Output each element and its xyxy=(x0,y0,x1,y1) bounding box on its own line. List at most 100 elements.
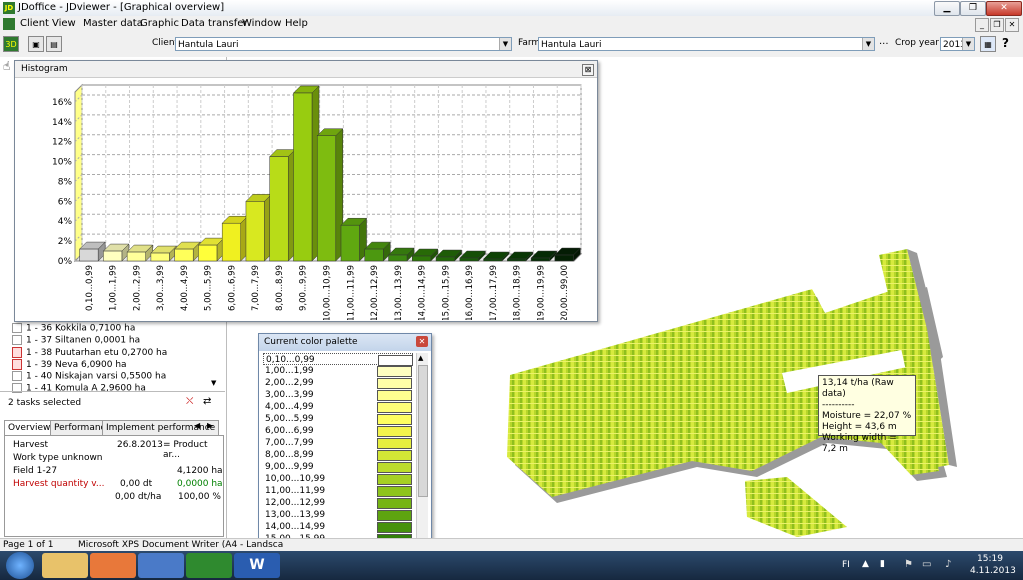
mdi-minimize-icon[interactable]: _ xyxy=(975,18,989,32)
chevron-down-icon: ▼ xyxy=(962,38,974,50)
mdi-restore-icon[interactable]: ❐ xyxy=(990,18,1004,32)
tray-arrow-icon[interactable]: ▲ xyxy=(862,559,869,569)
tab-implement-performance[interactable]: Implement performance xyxy=(102,420,220,435)
palette-row[interactable]: 14,00...14,99 xyxy=(263,521,413,533)
save-icon[interactable]: ▦ xyxy=(980,36,996,52)
clock-time[interactable]: 15:19 xyxy=(977,554,1003,564)
hand-icon[interactable]: ☝ xyxy=(3,59,10,73)
x-tick-label: 4,00...4,99 xyxy=(180,265,190,311)
palette-row[interactable]: 8,00...8,99 xyxy=(263,449,413,461)
flag-icon[interactable]: ⚑ xyxy=(904,559,913,570)
swap-icon[interactable]: ⇄ xyxy=(203,396,215,408)
tab-overview[interactable]: Overview xyxy=(4,420,55,435)
palette-row[interactable]: 4,00...4,99 xyxy=(263,401,413,413)
menu-master-data[interactable]: Master data xyxy=(83,18,143,29)
palette-row[interactable]: 1,00...1,99 xyxy=(263,365,413,377)
tab-scroll-left-icon[interactable]: ◀ xyxy=(194,421,200,430)
histogram-bar xyxy=(316,135,337,262)
palette-row-label: 13,00...13,99 xyxy=(265,510,326,520)
status-bar: Page 1 of 1 Microsoft XPS Document Write… xyxy=(0,538,1023,552)
list-item[interactable]: 1 - 37 Siltanen 0,0001 ha xyxy=(12,335,140,346)
x-tick-label: 12,00...12,99 xyxy=(370,265,380,320)
menu-view[interactable]: View xyxy=(52,18,76,29)
palette-row[interactable]: 9,00...9,99 xyxy=(263,461,413,473)
farm-select[interactable]: Hantula Lauri ▼ xyxy=(538,37,875,51)
tab-bar: Overview Performance Implement performan… xyxy=(4,420,222,435)
jdoffice-taskbar-icon[interactable] xyxy=(186,553,232,578)
palette-scrollbar[interactable]: ▲ ▼ xyxy=(416,353,428,548)
pdf-icon xyxy=(12,347,22,358)
palette-row[interactable]: 5,00...5,99 xyxy=(263,413,413,425)
word-icon[interactable]: W xyxy=(234,553,280,578)
percent-value: 100,00 % xyxy=(178,492,221,502)
jd-logo-icon[interactable]: 3D xyxy=(3,36,19,52)
scroll-thumb[interactable] xyxy=(418,365,428,497)
menu-graphic[interactable]: Graphic xyxy=(140,18,179,29)
histogram-bar xyxy=(530,257,550,262)
x-tick-label: 20,00...99,00 xyxy=(560,265,570,320)
clock-date[interactable]: 4.11.2013 xyxy=(970,566,1016,576)
palette-row-label: 3,00...3,99 xyxy=(265,390,314,400)
palette-header[interactable]: Current color palette ✕ xyxy=(259,334,431,351)
y-tick-label: 2% xyxy=(58,237,73,247)
scroll-up-icon[interactable]: ▲ xyxy=(418,354,423,362)
menu-window[interactable]: Window xyxy=(242,18,281,29)
palette-row[interactable]: 12,00...12,99 xyxy=(263,497,413,509)
palette-swatch xyxy=(377,414,412,425)
color-palette-window[interactable]: Current color palette ✕ 0,10...0,99 1,00.… xyxy=(258,333,432,551)
more-button[interactable]: ... xyxy=(879,36,889,47)
tasks-selected-text: 2 tasks selected xyxy=(8,398,82,408)
histogram-close-icon[interactable]: ⊠ xyxy=(582,64,594,76)
palette-row[interactable]: 2,00...2,99 xyxy=(263,377,413,389)
histogram-window[interactable]: Histogram ⊠ 0% 2% 4% 6% 8% 10% 12% 14% 16% 0,10..… xyxy=(14,60,598,322)
menu-help[interactable]: Help xyxy=(285,18,308,29)
maximize-button[interactable]: ❐ xyxy=(960,1,986,16)
map-tooltip: 13,14 t/ha (Raw data) ---------- Moistur… xyxy=(818,375,916,454)
scroll-down-icon[interactable]: ▼ xyxy=(211,379,216,387)
volume-icon[interactable]: ♪ xyxy=(945,559,951,570)
close-button[interactable]: ✕ xyxy=(986,1,1022,16)
app-icon[interactable] xyxy=(138,553,184,578)
palette-row-label: 1,00...1,99 xyxy=(265,366,314,376)
histogram-chart: 0% 2% 4% 6% 8% 10% 12% 14% 16% 0,10...0,99 1,00...… xyxy=(52,83,583,320)
monitor-icon[interactable]: ▣ xyxy=(28,36,44,52)
palette-row[interactable]: 3,00...3,99 xyxy=(263,389,413,401)
language-indicator[interactable]: FI xyxy=(842,560,850,570)
list-item[interactable]: 1 - 36 Kokkila 0,7100 ha xyxy=(12,323,135,334)
histogram-bar xyxy=(150,252,170,262)
list-item[interactable]: 1 - 38 Puutarhan etu 0,2700 ha xyxy=(12,347,167,358)
palette-row-label: 8,00...8,99 xyxy=(265,450,314,460)
list-item[interactable]: 1 - 39 Neva 6,0900 ha xyxy=(12,359,127,370)
palette-row[interactable]: 6,00...6,99 xyxy=(263,425,413,437)
minimize-button[interactable]: ▁ xyxy=(934,1,960,16)
palette-row[interactable]: 0,10...0,99 xyxy=(263,353,413,366)
chevron-down-icon: ▼ xyxy=(862,38,874,50)
mdi-close-icon[interactable]: ✕ xyxy=(1005,18,1019,32)
report-icon[interactable]: ▤ xyxy=(46,36,62,52)
crop-year-select[interactable]: 2013 ▼ xyxy=(940,37,975,51)
tab-scroll-right-icon[interactable]: ▶ xyxy=(207,421,213,430)
pdf-export-icon[interactable]: ⛌ xyxy=(186,396,198,408)
help-icon[interactable]: ? xyxy=(1002,36,1009,50)
display-icon[interactable]: ▭ xyxy=(922,559,931,570)
mdi-icon xyxy=(3,18,15,30)
list-item[interactable]: 1 - 40 Niskajan varsi 0,5500 ha xyxy=(12,371,166,382)
palette-row[interactable]: 13,00...13,99 xyxy=(263,509,413,521)
menu-data-transfer[interactable]: Data transfer xyxy=(181,18,248,29)
network-icon[interactable]: ▮ xyxy=(880,559,885,569)
explorer-icon[interactable] xyxy=(42,553,88,578)
palette-row[interactable]: 11,00...11,99 xyxy=(263,485,413,497)
menu-client[interactable]: Client xyxy=(20,18,49,29)
task-list[interactable]: 1 - 36 Kokkila 0,7100 ha 1 - 37 Siltanen… xyxy=(0,319,222,399)
tooltip-line: Height = 43,6 m xyxy=(822,422,897,432)
palette-row[interactable]: 10,00...10,99 xyxy=(263,473,413,485)
client-select[interactable]: Hantula Lauri ▼ xyxy=(175,37,512,51)
palette-close-icon[interactable]: ✕ xyxy=(416,336,428,347)
media-player-icon[interactable] xyxy=(90,553,136,578)
palette-row-label: 12,00...12,99 xyxy=(265,498,326,508)
start-button[interactable] xyxy=(6,552,34,579)
histogram-header[interactable]: Histogram ⊠ xyxy=(15,61,597,78)
palette-list[interactable]: 0,10...0,99 1,00...1,99 2,00...2,99 3,00...… xyxy=(259,353,419,548)
toolbar: 3D ▣ ▤ Client Hantula Lauri ▼ Farm Hantu… xyxy=(0,33,1023,58)
palette-row[interactable]: 7,00...7,99 xyxy=(263,437,413,449)
